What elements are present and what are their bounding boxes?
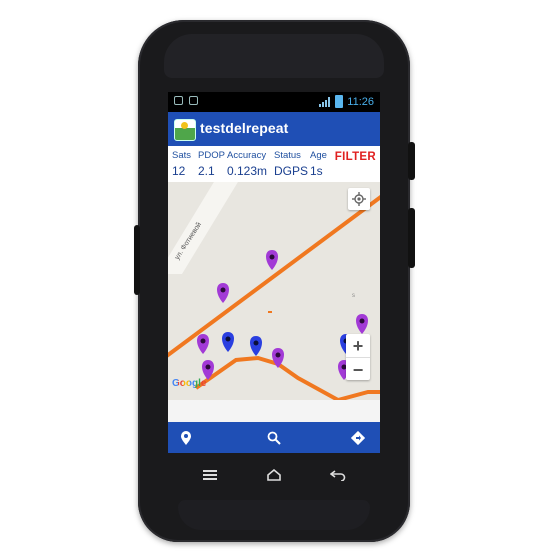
pdop-label: PDOP [198, 150, 225, 161]
back-icon [330, 470, 346, 481]
gps-info-bar: Sats PDOP Accuracy Status Age 12 2.1 0.1… [168, 146, 380, 182]
device-top-bezel [164, 34, 384, 78]
app-title: testdelrepeat [200, 120, 289, 136]
menu-icon [203, 470, 217, 480]
map-marker[interactable] [250, 336, 262, 356]
app-logo-icon[interactable] [174, 119, 196, 141]
age-label: Age [310, 150, 327, 161]
accuracy-label: Accuracy [227, 150, 267, 161]
search-button[interactable] [266, 430, 282, 446]
google-attribution: Google [172, 378, 206, 389]
map-marker[interactable] [222, 332, 234, 352]
usb-icon [174, 96, 183, 105]
map-marker[interactable] [266, 250, 278, 270]
map-scale-letter: s [352, 293, 355, 299]
my-location-button[interactable] [348, 188, 370, 210]
age-value: 1s [310, 164, 323, 178]
crosshair-icon [352, 192, 366, 206]
map-footer-strip [168, 400, 380, 422]
menu-button[interactable] [196, 464, 224, 486]
pdop-value: 2.1 [198, 164, 215, 178]
back-button[interactable] [324, 464, 352, 486]
home-button[interactable] [260, 464, 288, 486]
status-label: Status [274, 150, 301, 161]
device-bottom-bezel [178, 500, 370, 530]
zoom-out-button[interactable]: − [346, 358, 370, 381]
sats-value: 12 [172, 164, 186, 178]
navigate-icon [351, 431, 365, 445]
status-bar: 11:26 [168, 92, 380, 112]
zoom-controls: + − [346, 334, 370, 380]
google-logo: Google [172, 378, 207, 389]
sats-label: Sats [172, 150, 192, 161]
navigate-button[interactable] [350, 430, 366, 446]
map-marker[interactable] [197, 334, 209, 354]
phone-screen: 11:26 testdelrepeat Sats PDOP Accuracy S… [168, 92, 380, 453]
status-value: DGPS [274, 164, 309, 178]
zoom-in-button[interactable]: + [346, 334, 370, 357]
map-marker[interactable] [217, 283, 229, 303]
status-clock: 11:26 [347, 95, 374, 108]
pin-icon [181, 431, 191, 445]
battery-icon [335, 95, 344, 108]
side-button-left [134, 225, 140, 295]
filter-button[interactable]: FILTER [335, 151, 376, 163]
map-view[interactable]: ул. Фотиевой s + − Google [168, 182, 380, 400]
app-bar: testdelrepeat [168, 112, 380, 146]
bottom-toolbar [168, 422, 380, 453]
signal-icon [319, 96, 331, 107]
volume-button [408, 208, 415, 268]
pin-button[interactable] [178, 430, 194, 446]
android-nav-bar [168, 458, 380, 492]
android-debug-icon [189, 96, 198, 105]
power-button [408, 142, 415, 180]
home-icon [267, 469, 281, 481]
accuracy-value: 0.123m [227, 164, 268, 178]
map-marker[interactable] [356, 314, 368, 334]
search-icon [267, 431, 281, 445]
